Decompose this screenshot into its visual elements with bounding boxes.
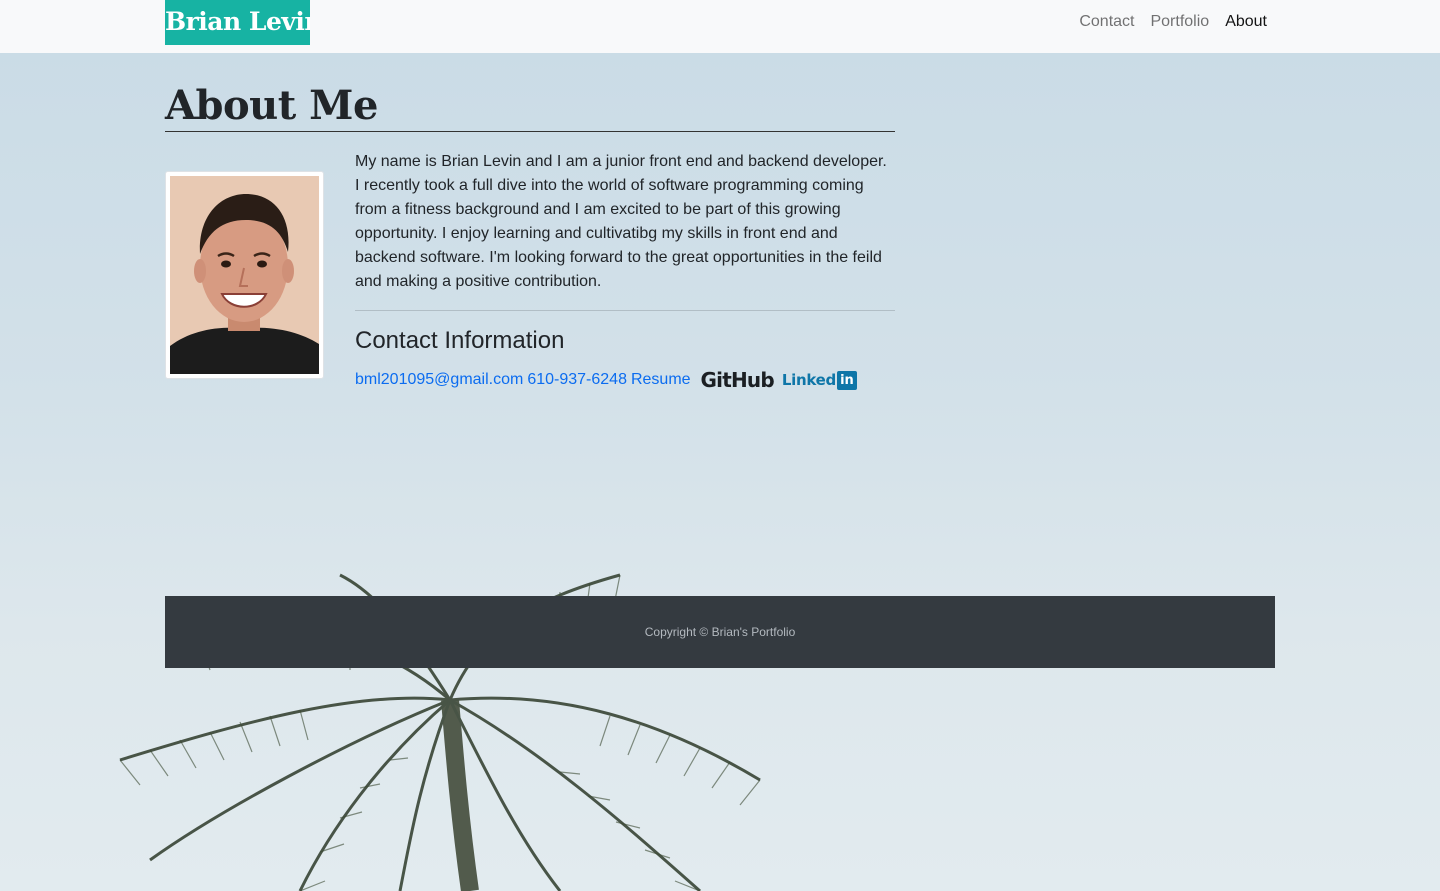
bio-paragraph: My name is Brian Levin and I am a junior… xyxy=(355,153,887,290)
linkedin-icon: in xyxy=(836,370,857,390)
email-link[interactable]: bml201095@gmail.com xyxy=(355,368,523,392)
brand-logo[interactable]: Brian Levin xyxy=(165,0,310,45)
contact-links: bml201095@gmail.com 610-937-6248 Resume … xyxy=(355,366,857,394)
contact-heading: Contact Information xyxy=(355,327,565,354)
linkedin-wordmark: Linked xyxy=(781,371,836,389)
nav-link-contact[interactable]: Contact xyxy=(1079,12,1134,32)
resume-link[interactable]: Resume xyxy=(631,368,691,392)
navbar: Brian Levin Contact Portfolio About xyxy=(0,0,1440,53)
linkedin-logo-link[interactable]: Linked in xyxy=(781,370,857,390)
github-logo-link[interactable]: GitHub xyxy=(701,368,775,392)
profile-photo xyxy=(170,176,319,374)
footer: Copyright © Brian's Portfolio xyxy=(165,596,1275,668)
nav-link-about[interactable]: About xyxy=(1225,12,1267,32)
profile-photo-frame xyxy=(165,171,324,379)
phone-link[interactable]: 610-937-6248 xyxy=(527,368,627,392)
section-divider xyxy=(355,310,895,311)
nav-links: Contact Portfolio About xyxy=(1079,12,1267,32)
footer-copyright: Copyright © Brian's Portfolio xyxy=(644,625,796,639)
nav-link-portfolio[interactable]: Portfolio xyxy=(1150,12,1209,32)
palm-tree-background xyxy=(119,573,761,891)
page-title: About Me xyxy=(165,84,895,132)
